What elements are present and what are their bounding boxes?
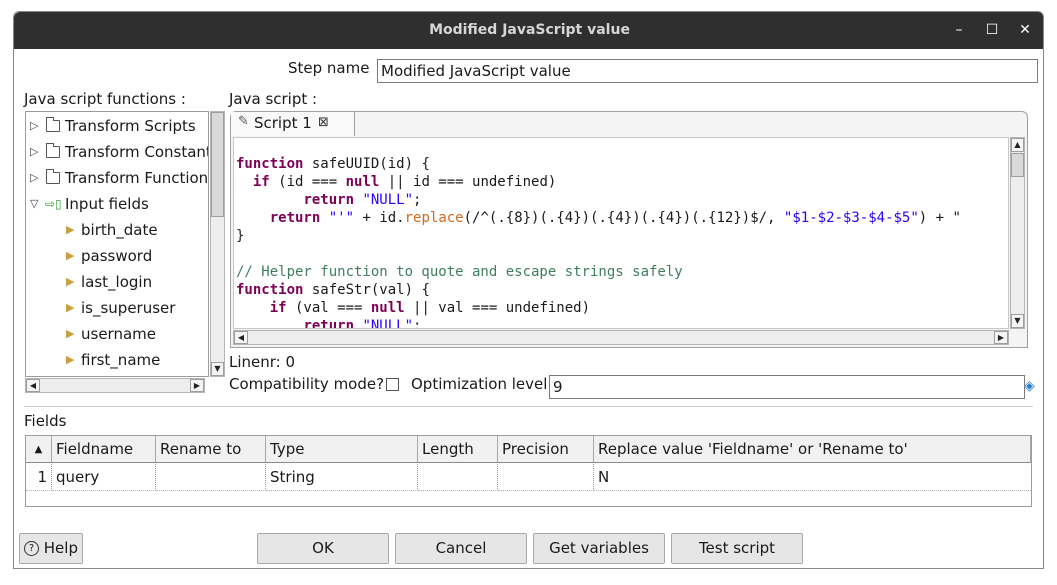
title-bar: Modified JavaScript value – ☐ ✕	[14, 12, 1043, 49]
optimization-label: Optimization level	[411, 375, 548, 393]
close-button[interactable]: ✕	[1010, 12, 1040, 49]
cancel-button[interactable]: Cancel	[395, 533, 527, 564]
folder-icon	[46, 143, 60, 158]
field-arrow-icon: ▶	[66, 223, 75, 236]
table-cell[interactable]: N	[594, 464, 1031, 491]
field-arrow-icon: ▶	[66, 327, 75, 340]
code-line: }	[236, 228, 245, 244]
column-header[interactable]: Fieldname	[52, 436, 156, 463]
table-cell[interactable]: query	[52, 464, 156, 491]
code-line: function safeUUID(id) {	[236, 156, 430, 172]
table-cell[interactable]	[156, 464, 266, 491]
input-fields-icon: ⇨▯	[45, 197, 62, 211]
table-cell[interactable]: String	[266, 464, 418, 491]
help-icon: ?	[24, 541, 39, 556]
row-number: 1	[26, 464, 52, 491]
tab-script-1[interactable]: ✎ Script 1 ⊠	[231, 112, 355, 136]
functions-label: Java script functions :	[24, 90, 186, 108]
compatibility-label: Compatibility mode?	[229, 375, 385, 393]
table-cell[interactable]	[498, 464, 594, 491]
code-line: if (id === null || id === undefined)	[252, 174, 557, 190]
column-header[interactable]: Rename to	[156, 436, 266, 463]
window-title: Modified JavaScript value	[429, 22, 630, 38]
code-line: // Helper function to quote and escape s…	[236, 264, 683, 280]
scroll-up-icon[interactable]: ▲	[1011, 138, 1024, 152]
field-arrow-icon: ▶	[66, 301, 75, 314]
code-vertical-scrollbar[interactable]: ▲ ▼	[1010, 137, 1025, 329]
scroll-left-icon[interactable]: ◀	[26, 379, 40, 392]
tree-field-label: first_name	[81, 351, 161, 369]
collapse-arrow-icon[interactable]: ▽	[30, 191, 42, 217]
expand-arrow-icon[interactable]: ▷	[30, 165, 42, 191]
folder-icon	[46, 117, 60, 132]
help-button-label: Help	[43, 539, 78, 557]
script-icon: ✎	[238, 114, 249, 129]
tab-label: Script 1	[254, 114, 312, 132]
scroll-right-icon[interactable]: ▶	[994, 331, 1008, 344]
step-name-label: Step name	[288, 59, 370, 77]
maximize-button[interactable]: ☐	[977, 12, 1007, 49]
test-script-button[interactable]: Test script	[671, 533, 803, 564]
help-button[interactable]: ? Help	[19, 533, 83, 564]
tree-item-label: Transform Function	[65, 169, 209, 187]
minimize-button[interactable]: –	[944, 12, 974, 49]
step-name-input[interactable]: Modified JavaScript value	[377, 59, 1038, 83]
line-number-label: Linenr: 0	[229, 353, 296, 371]
code-line: return "NULL";	[303, 318, 422, 329]
tree-field-label: is_superuser	[81, 299, 176, 317]
code-line: function safeStr(val) {	[236, 282, 430, 298]
tree-field-label: password	[81, 247, 153, 265]
field-arrow-icon: ▶	[66, 353, 75, 366]
optimization-input[interactable]: 9	[549, 375, 1025, 399]
expand-arrow-icon[interactable]: ▷	[30, 139, 42, 165]
folder-icon	[46, 169, 60, 184]
get-variables-button[interactable]: Get variables	[533, 533, 665, 564]
functions-tree[interactable]: ▷ Transform Scripts ▷ Transform Constant…	[25, 111, 209, 377]
scroll-thumb[interactable]	[1011, 153, 1024, 177]
scroll-left-icon[interactable]: ◀	[234, 331, 248, 344]
code-line: if (val === null || val === undefined)	[269, 300, 591, 316]
tree-field-label: last_login	[81, 273, 153, 291]
column-header[interactable]: Type	[266, 436, 418, 463]
scroll-down-icon[interactable]: ▼	[211, 362, 224, 376]
expand-arrow-icon[interactable]: ▷	[30, 113, 42, 139]
column-header[interactable]: Replace value 'Fieldname' or 'Rename to'	[594, 436, 1031, 463]
scroll-right-icon[interactable]: ▶	[190, 379, 204, 392]
variable-icon[interactable]: ◈	[1024, 378, 1035, 394]
code-line: return "NULL";	[303, 192, 422, 208]
dialog-window: Modified JavaScript value – ☐ ✕ Step nam…	[13, 11, 1044, 569]
column-header[interactable]: Length	[418, 436, 498, 463]
tree-horizontal-scrollbar[interactable]: ◀ ▶	[25, 378, 205, 393]
tree-vertical-scrollbar[interactable]: ▼	[210, 111, 225, 377]
tree-field-label: username	[81, 325, 156, 343]
code-editor[interactable]: function safeUUID(id) { if (id === null …	[233, 137, 1009, 329]
code-horizontal-scrollbar[interactable]: ◀ ▶	[233, 330, 1009, 345]
fields-label: Fields	[24, 412, 67, 430]
ok-button[interactable]: OK	[257, 533, 389, 564]
field-arrow-icon: ▶	[66, 249, 75, 262]
script-editor-frame: ✎ Script 1 ⊠ function safeUUID(id) { if …	[230, 111, 1028, 348]
column-header[interactable]: Precision	[498, 436, 594, 463]
field-arrow-icon: ▶	[66, 275, 75, 288]
compatibility-checkbox[interactable]	[386, 378, 399, 391]
divider	[24, 406, 1033, 407]
fields-table[interactable]: ▲ Fieldname Rename to Type Length Precis…	[25, 435, 1032, 507]
scroll-thumb[interactable]	[211, 112, 224, 217]
table-cell[interactable]	[418, 464, 498, 491]
close-tab-icon[interactable]: ⊠	[318, 115, 329, 130]
code-line: return "'" + id.replace(/^(.{8})(.{4})(.…	[269, 210, 961, 226]
script-label: Java script :	[229, 90, 318, 108]
tree-item-label: Transform Scripts	[65, 117, 196, 135]
tree-field-label: birth_date	[81, 221, 158, 239]
tree-item-label: Input fields	[65, 195, 149, 213]
sort-up-icon[interactable]: ▲	[26, 436, 52, 463]
scroll-down-icon[interactable]: ▼	[1011, 314, 1024, 328]
tree-item-label: Transform Constant	[65, 143, 209, 161]
